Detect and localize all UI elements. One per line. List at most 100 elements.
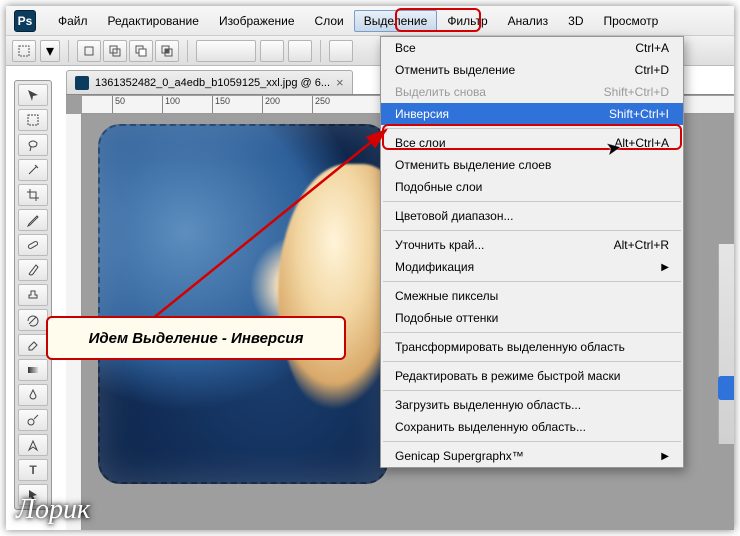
gradient-icon bbox=[26, 363, 40, 377]
menu-view[interactable]: Просмотр bbox=[593, 10, 668, 32]
menu-item-label: Подобные слои bbox=[395, 180, 482, 194]
menu-item-label: Загрузить выделенную область... bbox=[395, 398, 581, 412]
menu-item-label: Сохранить выделенную область... bbox=[395, 420, 586, 434]
menu-separator bbox=[383, 281, 681, 282]
selection-new[interactable] bbox=[77, 40, 101, 62]
menu-edit[interactable]: Редактирование bbox=[98, 10, 209, 32]
menu-item-все-слои[interactable]: Все слоиAlt+Ctrl+A bbox=[381, 132, 683, 154]
menu-separator bbox=[383, 361, 681, 362]
app-window: Ps Файл Редактирование Изображение Слои … bbox=[6, 6, 734, 530]
tab-close-icon[interactable]: × bbox=[336, 75, 344, 90]
menu-item-label: Смежные пикселы bbox=[395, 289, 498, 303]
tool-blur[interactable] bbox=[18, 384, 48, 406]
opt-btn-b[interactable] bbox=[288, 40, 312, 62]
tool-gradient[interactable] bbox=[18, 359, 48, 381]
ruler-tick: 250 bbox=[312, 96, 330, 114]
dropdown-icon[interactable]: ▾ bbox=[40, 40, 60, 62]
menu-item-выделить-снова: Выделить снова Shift+Ctrl+D bbox=[381, 81, 683, 103]
squares-sub-icon bbox=[134, 44, 148, 58]
divider bbox=[187, 40, 188, 62]
eraser-icon bbox=[26, 338, 40, 352]
menu-item-отменить-выделение-слоев[interactable]: Отменить выделение слоев bbox=[381, 154, 683, 176]
ruler-tick: 100 bbox=[162, 96, 180, 114]
tool-wand[interactable] bbox=[18, 159, 48, 181]
menu-item-label: Инверсия bbox=[395, 107, 449, 121]
right-panel-tab[interactable] bbox=[718, 376, 734, 400]
tool-eyedropper[interactable] bbox=[18, 209, 48, 231]
menu-item-сохранить-выделенную-область-[interactable]: Сохранить выделенную область... bbox=[381, 416, 683, 438]
document-icon bbox=[75, 76, 89, 90]
tool-dodge[interactable] bbox=[18, 409, 48, 431]
tool-stamp[interactable] bbox=[18, 284, 48, 306]
tool-crop[interactable] bbox=[18, 184, 48, 206]
marquee-icon bbox=[17, 44, 31, 58]
menu-filter[interactable]: Фильтр bbox=[437, 10, 497, 32]
menu-file[interactable]: Файл bbox=[48, 10, 98, 32]
eyedropper-icon bbox=[26, 213, 40, 227]
opt-btn-a[interactable] bbox=[260, 40, 284, 62]
app-logo: Ps bbox=[14, 10, 36, 32]
selection-intersect[interactable] bbox=[155, 40, 179, 62]
menu-item-shortcut: Shift+Ctrl+I bbox=[609, 107, 669, 121]
tool-type[interactable]: T bbox=[18, 459, 48, 481]
menu-item-смежные-пикселы[interactable]: Смежные пикселы bbox=[381, 285, 683, 307]
pen-icon bbox=[26, 438, 40, 452]
menu-item-отменить-выделение[interactable]: Отменить выделениеCtrl+D bbox=[381, 59, 683, 81]
divider bbox=[320, 40, 321, 62]
opt-btn-c[interactable] bbox=[329, 40, 353, 62]
menu-item-подобные-слои[interactable]: Подобные слои bbox=[381, 176, 683, 198]
square-icon bbox=[82, 44, 96, 58]
right-panels bbox=[718, 244, 734, 444]
document-tab[interactable]: 1361352482_0_a4edb_b1059125_xxl.jpg @ 6.… bbox=[66, 70, 353, 94]
menu-item-label: Все bbox=[395, 41, 416, 55]
tool-brush[interactable] bbox=[18, 259, 48, 281]
tool-heal[interactable] bbox=[18, 234, 48, 256]
selection-mode-group bbox=[77, 40, 179, 62]
submenu-arrow-icon: ▶ bbox=[661, 262, 669, 273]
brush-icon bbox=[26, 263, 40, 277]
menu-item-label: Выделить снова bbox=[395, 85, 486, 99]
menu-item-все[interactable]: Все Ctrl+A bbox=[381, 37, 683, 59]
canvas-image[interactable] bbox=[98, 124, 388, 484]
menu-item-уточнить-край-[interactable]: Уточнить край...Alt+Ctrl+R bbox=[381, 234, 683, 256]
wand-icon bbox=[26, 163, 40, 177]
selection-add[interactable] bbox=[103, 40, 127, 62]
menu-item-редактировать-в-режиме-быстрой-маски[interactable]: Редактировать в режиме быстрой маски bbox=[381, 365, 683, 387]
menu-item-shortcut: Shift+Ctrl+D bbox=[604, 85, 669, 99]
menu-item-genicap-supergraphx-[interactable]: Genicap Supergraphx™▶ bbox=[381, 445, 683, 467]
menu-item-shortcut: Alt+Ctrl+A bbox=[614, 136, 669, 150]
menu-3d[interactable]: 3D bbox=[558, 10, 593, 32]
menu-image[interactable]: Изображение bbox=[209, 10, 305, 32]
menu-layers[interactable]: Слои bbox=[305, 10, 354, 32]
menu-item-shortcut: Ctrl+A bbox=[635, 41, 669, 55]
selection-subtract[interactable] bbox=[129, 40, 153, 62]
menu-item-label: Трансформировать выделенную область bbox=[395, 340, 625, 354]
squares-intersect-icon bbox=[160, 44, 174, 58]
menu-item-label: Цветовой диапазон... bbox=[395, 209, 513, 223]
tool-pen[interactable] bbox=[18, 434, 48, 456]
menu-item-цветовой-диапазон-[interactable]: Цветовой диапазон... bbox=[381, 205, 683, 227]
tool-lasso[interactable] bbox=[18, 134, 48, 156]
tool-preset-picker[interactable] bbox=[12, 40, 36, 62]
tool-history-brush[interactable] bbox=[18, 309, 48, 331]
marquee-icon bbox=[26, 113, 40, 127]
watermark: Лорик bbox=[16, 494, 90, 526]
tool-marquee[interactable] bbox=[18, 109, 48, 131]
menu-item-shortcut: Alt+Ctrl+R bbox=[614, 238, 669, 252]
tool-eraser[interactable] bbox=[18, 334, 48, 356]
menu-item-трансформировать-выделенную-область[interactable]: Трансформировать выделенную область bbox=[381, 336, 683, 358]
menu-select[interactable]: Выделение bbox=[354, 10, 438, 32]
menu-item-подобные-оттенки[interactable]: Подобные оттенки bbox=[381, 307, 683, 329]
menu-item-загрузить-выделенную-область-[interactable]: Загрузить выделенную область... bbox=[381, 394, 683, 416]
squares-add-icon bbox=[108, 44, 122, 58]
submenu-arrow-icon: ▶ bbox=[661, 451, 669, 462]
feather-field[interactable] bbox=[196, 40, 256, 62]
menu-separator bbox=[383, 390, 681, 391]
menu-analysis[interactable]: Анализ bbox=[498, 10, 559, 32]
dodge-icon bbox=[26, 413, 40, 427]
menu-item-модификация[interactable]: Модификация▶ bbox=[381, 256, 683, 278]
tool-move[interactable] bbox=[18, 84, 48, 106]
move-icon bbox=[26, 88, 40, 102]
menu-item-инверсия[interactable]: Инверсия Shift+Ctrl+I bbox=[381, 103, 683, 125]
titlebar: Ps Файл Редактирование Изображение Слои … bbox=[6, 6, 734, 36]
